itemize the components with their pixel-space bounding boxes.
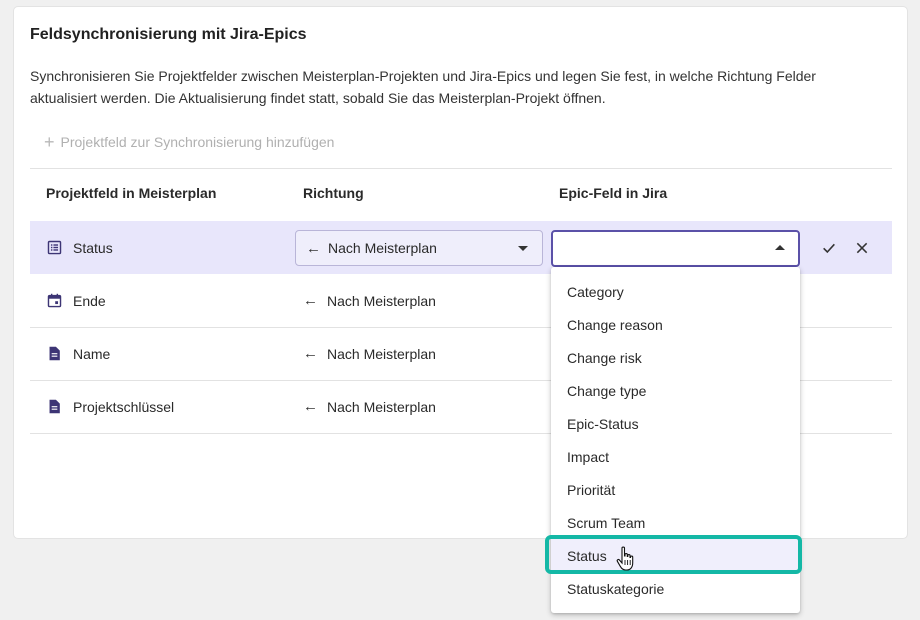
- row-field: Ende: [46, 274, 106, 327]
- dropdown-option[interactable]: Change risk: [551, 341, 800, 374]
- epic-field-select[interactable]: [551, 230, 800, 267]
- row-field: Status: [46, 221, 113, 274]
- close-icon: [856, 242, 868, 254]
- chevron-down-icon: [518, 246, 528, 251]
- row-direction: ← Nach Meisterplan: [303, 327, 436, 380]
- dropdown-option[interactable]: Statuskategorie: [551, 572, 800, 605]
- divider: [30, 168, 892, 169]
- document-icon: [49, 346, 60, 361]
- hand-cursor-icon: [616, 546, 634, 571]
- dropdown-option[interactable]: Impact: [551, 440, 800, 473]
- dropdown-option[interactable]: Epic-Status: [551, 407, 800, 440]
- arrow-left-icon: ←: [303, 345, 318, 362]
- plus-icon: +: [44, 132, 55, 152]
- section-title: Feldsynchronisierung mit Jira-Epics: [30, 26, 307, 43]
- arrow-left-icon: ←: [303, 292, 318, 309]
- row-direction-label: Nach Meisterplan: [327, 398, 436, 415]
- direction-select-value: Nach Meisterplan: [328, 240, 437, 256]
- dropdown-option[interactable]: Priorität: [551, 473, 800, 506]
- arrow-left-icon: ←: [306, 239, 321, 257]
- row-direction: ← Nach Meisterplan: [303, 380, 436, 433]
- row-field-label: Status: [73, 239, 113, 256]
- row-field-label: Name: [73, 345, 111, 362]
- focus-highlight: [545, 535, 802, 574]
- arrow-left-icon: ←: [303, 398, 318, 415]
- direction-select[interactable]: ← Nach Meisterplan: [295, 230, 543, 266]
- dropdown-option[interactable]: Change type: [551, 374, 800, 407]
- row-field-label: Projektschlüssel: [73, 398, 175, 415]
- row-field: Projektschlüssel: [46, 380, 174, 433]
- confirm-button[interactable]: [819, 238, 839, 258]
- dropdown-option[interactable]: Category: [551, 275, 800, 308]
- header-epic-field: Epic-Feld in Jira: [559, 185, 668, 201]
- row-direction-label: Nach Meisterplan: [327, 345, 436, 362]
- cancel-button[interactable]: [852, 238, 872, 258]
- row-direction-label: Nach Meisterplan: [327, 292, 436, 309]
- row-field-label: Ende: [73, 292, 106, 309]
- header-direction: Richtung: [303, 185, 364, 201]
- dropdown-option[interactable]: Change reason: [551, 308, 800, 341]
- document-icon: [49, 399, 60, 414]
- add-field-label: Projektfeld zur Synchronisierung hinzufü…: [60, 134, 335, 150]
- row-direction: ← Nach Meisterplan: [303, 274, 436, 327]
- chevron-up-icon: [775, 245, 785, 250]
- add-field-button[interactable]: + Projektfeld zur Synchronisierung hinzu…: [44, 132, 335, 152]
- calendar-icon: [47, 293, 62, 308]
- header-project-field: Projektfeld in Meisterplan: [46, 185, 217, 201]
- list-icon: [47, 240, 62, 255]
- section-description: Synchronisieren Sie Projektfelder zwisch…: [30, 68, 816, 106]
- row-field: Name: [46, 327, 110, 380]
- check-icon: [823, 243, 835, 254]
